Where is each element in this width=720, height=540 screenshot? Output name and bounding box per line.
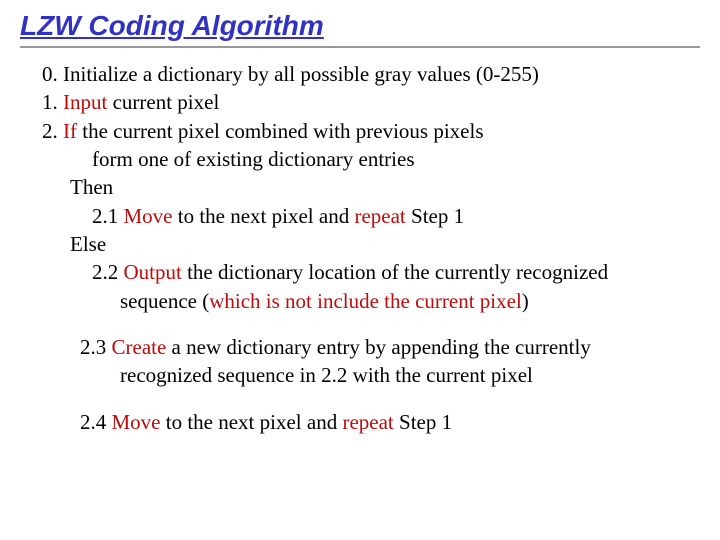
step-2-4-num: 2.4 xyxy=(80,410,112,434)
gap-2 xyxy=(42,390,700,408)
step-2-2-cont: sequence (which is not include the curre… xyxy=(42,287,700,315)
step-2-1-num: 2.1 xyxy=(92,204,124,228)
step-2-2-cont-c: ) xyxy=(522,289,529,313)
step-2-4-repeat: repeat xyxy=(342,410,393,434)
step-2-1-repeat: repeat xyxy=(354,204,405,228)
step-0-prefix: 0. Initialize xyxy=(42,62,143,86)
step-2-3-num: 2.3 xyxy=(80,335,112,359)
then-label: Then xyxy=(42,173,700,201)
step-2-1-end: Step 1 xyxy=(406,204,464,228)
step-0: 0. Initialize a dictionary by all possib… xyxy=(42,60,700,88)
step-2-3-cont: recognized sequence in 2.2 with the curr… xyxy=(42,361,700,389)
step-2-3-text: a new dictionary entry by appending the … xyxy=(166,335,591,359)
step-2-4: 2.4 Move to the next pixel and repeat St… xyxy=(42,408,700,436)
step-0-text: a dictionary by all possible gray values… xyxy=(143,62,539,86)
step-2-2-text: the dictionary location of the currently… xyxy=(182,260,608,284)
step-2: 2. If the current pixel combined with pr… xyxy=(42,117,700,145)
slide: LZW Coding Algorithm 0. Initialize a dic… xyxy=(0,0,720,456)
step-2-1: 2.1 Move to the next pixel and repeat St… xyxy=(42,202,700,230)
title-divider xyxy=(20,46,700,48)
step-1-keyword: Input xyxy=(63,90,107,114)
step-2-2-paren: which is not include the current pixel xyxy=(209,289,522,313)
step-2-1-mid: to the next pixel and xyxy=(173,204,355,228)
step-2-1-move: Move xyxy=(124,204,173,228)
step-2-2-num: 2.2 xyxy=(92,260,124,284)
step-2-2-keyword: Output xyxy=(124,260,182,284)
step-1-text: current pixel xyxy=(107,90,219,114)
step-2-3-keyword: Create xyxy=(112,335,167,359)
else-label: Else xyxy=(42,230,700,258)
step-2-2: 2.2 Output the dictionary location of th… xyxy=(42,258,700,286)
step-2-4-end: Step 1 xyxy=(394,410,452,434)
step-2-4-mid: to the next pixel and xyxy=(161,410,343,434)
gap-1 xyxy=(42,315,700,333)
step-2-num: 2. xyxy=(42,119,63,143)
step-1: 1. Input current pixel xyxy=(42,88,700,116)
step-1-num: 1. xyxy=(42,90,63,114)
step-2-keyword: If xyxy=(63,119,77,143)
step-2-4-move: Move xyxy=(112,410,161,434)
slide-title: LZW Coding Algorithm xyxy=(20,10,700,42)
algorithm-content: 0. Initialize a dictionary by all possib… xyxy=(20,60,700,436)
step-2-text: the current pixel combined with previous… xyxy=(77,119,484,143)
step-2-2-cont-a: sequence ( xyxy=(120,289,209,313)
step-2-3: 2.3 Create a new dictionary entry by app… xyxy=(42,333,700,361)
step-2-cont: form one of existing dictionary entries xyxy=(42,145,700,173)
